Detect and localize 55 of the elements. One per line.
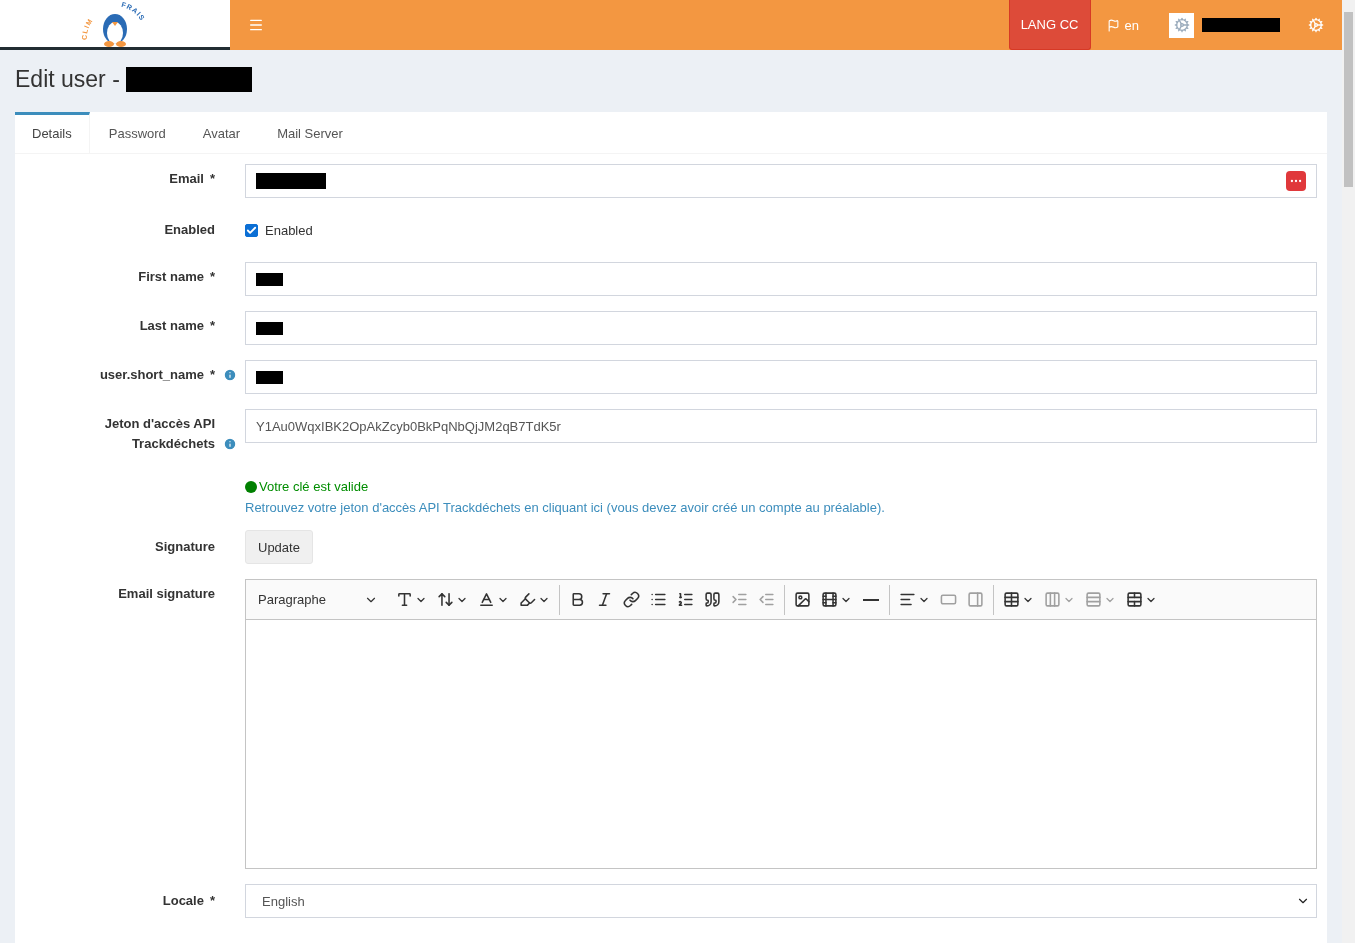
field-label: Email signature bbox=[118, 585, 215, 603]
checkbox[interactable] bbox=[245, 223, 258, 237]
film-icon bbox=[821, 591, 838, 608]
font-size-icon bbox=[396, 591, 413, 608]
panel-icon bbox=[967, 591, 984, 608]
locale-select[interactable]: English bbox=[245, 884, 1317, 918]
menu-icon bbox=[248, 17, 264, 33]
field-label: Jeton d'accès API Trackdéchets bbox=[103, 415, 215, 453]
status-dot-icon bbox=[245, 480, 257, 493]
text-field[interactable]: Y1Au0WqxIBK2OpAkZcyb0BkPqNbQjJM2qB7TdK5r bbox=[245, 409, 1317, 443]
lang-button[interactable]: LANG CC bbox=[1008, 0, 1091, 50]
text-field[interactable] bbox=[245, 164, 1317, 198]
quote-icon bbox=[704, 591, 721, 608]
field-label: Last name * bbox=[139, 317, 215, 335]
columns-icon bbox=[1044, 591, 1061, 608]
flag-icon bbox=[1106, 18, 1120, 32]
table-icon bbox=[1003, 591, 1020, 608]
rich-text-editor[interactable]: Paragraphe bbox=[245, 579, 1317, 869]
field-label: Email * bbox=[169, 170, 215, 188]
merge-cells-icon bbox=[1126, 591, 1143, 608]
page-title: Edit user - bbox=[15, 66, 120, 93]
bullet-list-icon bbox=[650, 591, 667, 608]
bold-icon bbox=[569, 591, 586, 608]
field-label: user.short_name * bbox=[99, 366, 215, 384]
rectangle-icon bbox=[940, 591, 957, 608]
link-icon bbox=[623, 591, 640, 608]
info-icon[interactable] bbox=[223, 437, 237, 451]
numbered-list-icon bbox=[677, 591, 694, 608]
horizontal-line-icon bbox=[863, 598, 879, 601]
field-label: Enabled bbox=[164, 221, 215, 239]
field-label: Locale * bbox=[162, 892, 215, 910]
scrollbar[interactable] bbox=[1342, 0, 1355, 943]
info-icon[interactable] bbox=[223, 368, 237, 382]
text-field[interactable] bbox=[245, 311, 1317, 345]
tab[interactable]: Details bbox=[15, 112, 90, 153]
font-color-icon bbox=[478, 591, 495, 608]
settings-icon bbox=[1308, 17, 1324, 33]
update-button[interactable]: Update bbox=[245, 530, 313, 564]
indent-icon bbox=[731, 591, 748, 608]
checkbox-label: Enabled bbox=[265, 222, 313, 238]
line-height-icon bbox=[437, 591, 454, 608]
align-left-icon bbox=[899, 591, 916, 608]
text-field[interactable] bbox=[245, 262, 1317, 296]
password-manager-icon[interactable] bbox=[1286, 171, 1306, 191]
image-icon bbox=[794, 591, 811, 608]
paragraph-dropdown[interactable]: Paragraphe bbox=[252, 588, 384, 611]
italic-icon bbox=[596, 591, 613, 608]
valid-key-message: Votre clé est valide bbox=[259, 479, 369, 494]
field-label: First name * bbox=[138, 268, 215, 286]
text-field[interactable] bbox=[245, 360, 1317, 394]
rows-icon bbox=[1085, 591, 1102, 608]
help-link[interactable]: Retrouvez votre jeton d'accès API Trackdéchets en cliquant ici (vous devez avoir créé un compte au préalable). bbox=[245, 500, 1317, 515]
outdent-icon bbox=[758, 591, 775, 608]
highlight-icon bbox=[519, 591, 536, 608]
field-label: Signature bbox=[155, 538, 215, 556]
